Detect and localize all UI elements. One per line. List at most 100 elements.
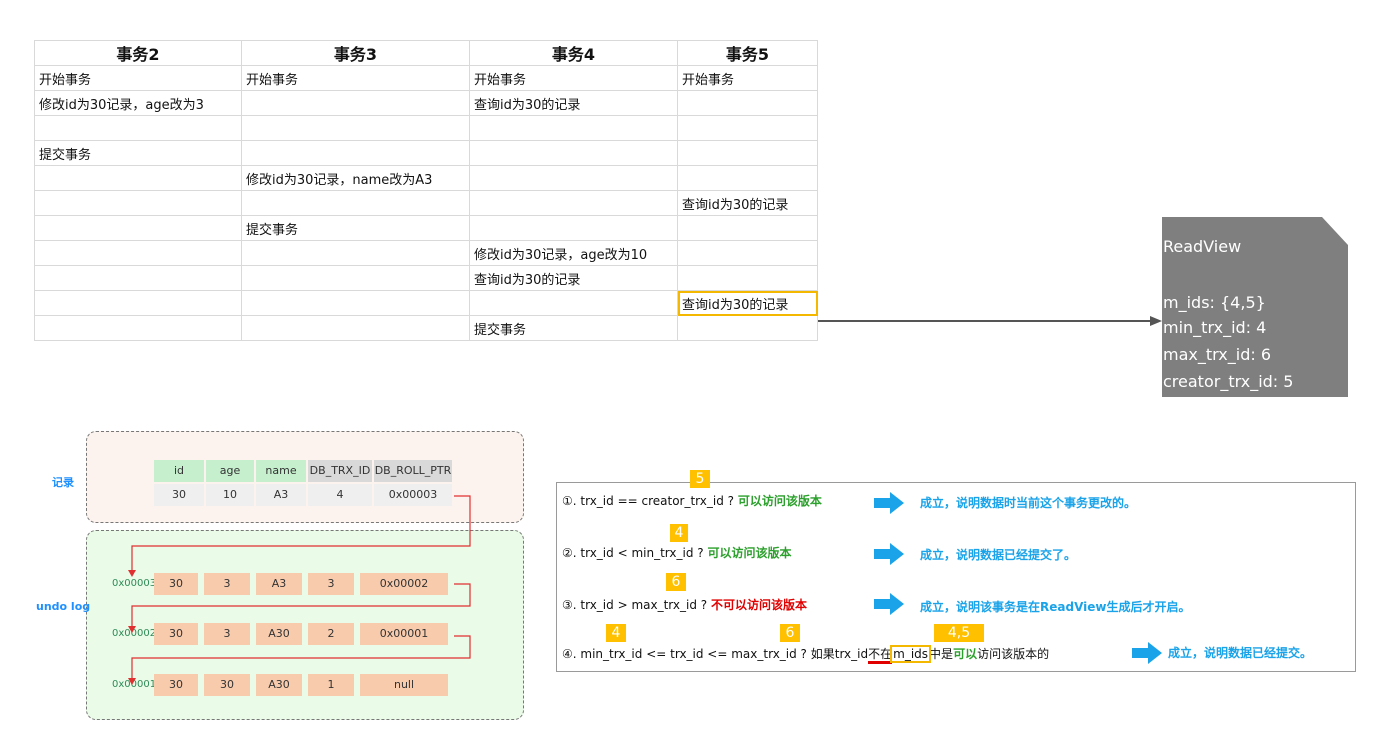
rule3-badge: 6 [666,573,686,591]
rule1-badge: 5 [690,470,710,488]
rule1-text: ①. trx_id == creator_trx_id ? 可以访问该版本 [562,492,822,509]
rule4-condition: ④. min_trx_id <= trx_id <= max_trx_id ? … [562,647,869,661]
table-cell [241,115,470,141]
rule1-condition: ①. trx_id == creator_trx_id ? [562,494,735,508]
table-cell [34,165,242,191]
table-cell: 查询id为30的记录 [469,265,678,291]
roll-pointer-connectors [128,495,471,685]
undo-log-label: undo log [36,600,91,613]
rule4-result: 成立，说明数据已经提交。 [1168,646,1313,660]
table-cell [469,140,678,166]
header-tx3: 事务3 [241,40,470,66]
rule2-access: 可以访问该版本 [707,546,792,560]
table-cell [241,90,470,116]
rule1-arrow-icon [874,492,904,514]
readview-arrow [818,316,1162,326]
table-cell [677,315,818,341]
table-row: 提交事务 [34,215,818,241]
table-cell [34,215,242,241]
record-column-header: DB_TRX_ID [308,460,372,482]
rule3-access: 不可以访问该版本 [710,598,807,612]
table-cell [34,265,242,291]
table-cell: 查询id为30的记录 [469,90,678,116]
record-column-header: name [256,460,306,482]
transaction-table-body: 开始事务 开始事务 开始事务 开始事务 修改id为30记录，age改为3 查询id为30的… [34,65,818,341]
header-tx4: 事务4 [469,40,678,66]
table-cell [241,265,470,291]
header-tx5: 事务5 [677,40,818,66]
rule4-badge-mids: 4,5 [934,624,984,642]
table-cell: 开始事务 [677,65,818,91]
rule4-badge-max: 6 [780,624,800,642]
table-cell [677,215,818,241]
table-cell: 开始事务 [469,65,678,91]
table-cell [34,115,242,141]
record-column-header: id [154,460,204,482]
table-cell: 修改id为30记录，age改为3 [34,90,242,116]
table-row: 修改id为30记录，age改为10 [34,240,818,266]
table-row: 开始事务 开始事务 开始事务 开始事务 [34,65,818,91]
readview-m-ids: m_ids: {4,5} [1163,293,1266,312]
record-column-header: age [206,460,254,482]
table-cell [34,290,242,316]
rule1-result: 成立，说明数据时当前这个事务更改的。 [920,496,1137,510]
transaction-table: 事务2 事务3 事务4 事务5 开始事务 开始事务 开始事务 开始事务 修改id为30记… [34,40,818,341]
table-row: 修改id为30记录，age改为3 查询id为30的记录 [34,90,818,116]
table-cell [677,265,818,291]
table-row: 查询id为30的记录 [34,290,818,316]
table-cell [677,90,818,116]
table-cell [677,140,818,166]
rule4-m-ids: m_ids [890,645,932,663]
rule2-condition: ②. trx_id < min_trx_id ? [562,546,704,560]
rule2-arrow-icon [874,543,904,565]
rule3-condition: ③. trx_id > max_trx_id ? [562,598,708,612]
table-row: 查询id为30的记录 [34,190,818,216]
table-cell [241,190,470,216]
table-cell: 提交事务 [34,140,242,166]
table-cell: 查询id为30的记录 [677,190,818,216]
readview-title: ReadView [1163,237,1242,256]
readview-card: ReadView m_ids: {4,5} min_trx_id: 4 max_… [1162,217,1348,397]
rule4-not-in: 不在 [868,647,893,664]
rule4-tail: 访问该版本的 [977,647,1050,661]
table-cell [677,115,818,141]
rule2-result: 成立，说明数据已经提交了。 [920,548,1077,562]
table-cell [241,315,470,341]
rule4-text: ④. min_trx_id <= trx_id <= max_trx_id ? … [562,645,1050,664]
table-row [34,115,818,141]
rule3-text: ③. trx_id > max_trx_id ? 不可以访问该版本 [562,596,807,613]
table-cell: 修改id为30记录，age改为10 [469,240,678,266]
rule4-arrow-icon [1132,642,1162,664]
table-cell [677,240,818,266]
table-cell [34,190,242,216]
table-row: 修改id为30记录，name改为A3 [34,165,818,191]
rule4-access: 可以 [953,647,978,661]
table-cell: 提交事务 [241,215,470,241]
header-tx2: 事务2 [34,40,242,66]
table-cell [677,165,818,191]
table-cell [469,215,678,241]
record-column-header: DB_ROLL_PTR [374,460,452,482]
table-cell: 开始事务 [241,65,470,91]
table-cell [469,115,678,141]
table-cell [241,240,470,266]
table-cell: 修改id为30记录，name改为A3 [241,165,470,191]
table-row: 提交事务 [34,140,818,166]
rule4-mid: 中是 [929,647,954,661]
table-cell [469,190,678,216]
table-row: 提交事务 [34,315,818,341]
table-cell: 查询id为30的记录 [677,290,818,316]
readview-creator-trx-id: creator_trx_id: 5 [1163,372,1294,391]
table-cell [241,290,470,316]
rule1-access: 可以访问该版本 [737,494,822,508]
rule2-text: ②. trx_id < min_trx_id ? 可以访问该版本 [562,544,791,561]
table-cell [241,140,470,166]
table-cell [469,165,678,191]
table-cell: 开始事务 [34,65,242,91]
rule3-result: 成立，说明该事务是在ReadView生成后才开启。 [920,600,1191,614]
rule4-badge-min: 4 [606,624,626,642]
table-cell [34,240,242,266]
table-cell [469,290,678,316]
readview-max-trx-id: max_trx_id: 6 [1163,345,1272,364]
rule3-arrow-icon [874,593,904,615]
